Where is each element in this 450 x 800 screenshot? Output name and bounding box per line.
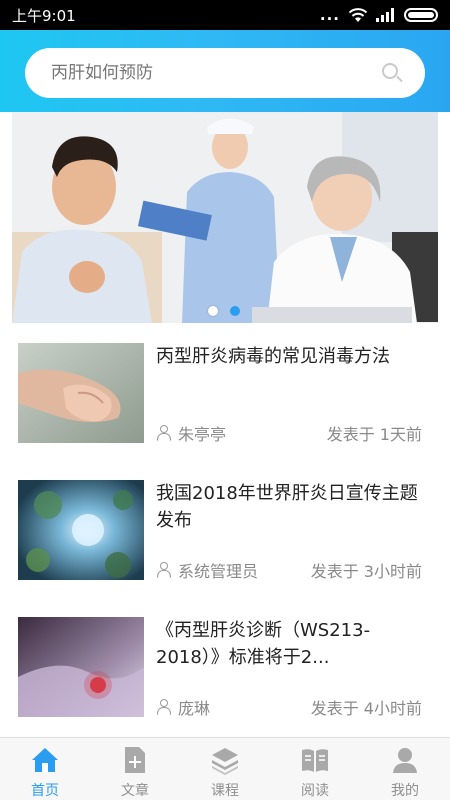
battery-icon (404, 8, 438, 22)
carousel-dot-1[interactable] (208, 306, 218, 316)
banner-carousel[interactable] (12, 112, 438, 323)
status-icons: ... (320, 6, 438, 24)
status-bar: 上午9:01 ... (0, 0, 450, 30)
article-meta: 庞琳 发表于 4小时前 (156, 695, 422, 719)
bottom-tab-bar: 首页 文章 课程 阅读 我的 (0, 737, 450, 800)
tab-reading[interactable]: 阅读 (270, 738, 360, 800)
publish-time: 发表于 1天前 (326, 425, 422, 444)
tab-label: 课程 (211, 783, 239, 799)
author-name: 庞琳 (178, 699, 211, 718)
document-add-icon (125, 747, 145, 773)
tab-label: 文章 (121, 783, 149, 799)
clock: 上午9:01 (12, 6, 76, 25)
tab-label: 首页 (31, 783, 59, 799)
author-name: 系统管理员 (178, 562, 259, 581)
article-thumbnail (18, 480, 144, 580)
article-title[interactable]: 我国2018年世界肝炎日宣传主题发布 (156, 480, 426, 534)
article-title[interactable]: 《丙型肝炎诊断（WS213-2018）》标准将于2... (156, 617, 426, 671)
article-list: 丙型肝炎病毒的常见消毒方法 朱亭亭 发表于 1天前 我国2018年世界肝炎日宣传… (0, 325, 450, 736)
list-item[interactable]: 《丙型肝炎诊断（WS213-2018）》标准将于2... 庞琳 发表于 4小时前 (0, 599, 450, 736)
article-thumbnail (18, 343, 144, 443)
search-input[interactable] (51, 63, 381, 83)
article-thumbnail (18, 617, 144, 717)
person-icon (393, 748, 417, 773)
tab-label: 我的 (391, 783, 419, 799)
tab-mine[interactable]: 我的 (360, 738, 450, 800)
carousel-dot-2[interactable] (230, 306, 240, 316)
tab-label: 阅读 (301, 783, 329, 799)
list-item[interactable]: 丙型肝炎病毒的常见消毒方法 朱亭亭 发表于 1天前 (0, 325, 450, 462)
signal-icon (376, 8, 394, 22)
publish-time: 发表于 4小时前 (310, 699, 422, 718)
home-icon (32, 748, 58, 772)
article-title[interactable]: 丙型肝炎病毒的常见消毒方法 (156, 343, 426, 370)
header (0, 30, 450, 112)
article-meta: 系统管理员 发表于 3小时前 (156, 558, 422, 582)
search-bar[interactable] (25, 48, 425, 98)
book-icon (302, 749, 328, 772)
user-icon (156, 425, 172, 441)
article-meta: 朱亭亭 发表于 1天前 (156, 421, 422, 445)
user-icon (156, 699, 172, 715)
publish-time: 发表于 3小时前 (310, 562, 422, 581)
list-item[interactable]: 我国2018年世界肝炎日宣传主题发布 系统管理员 发表于 3小时前 (0, 462, 450, 599)
wifi-icon (348, 8, 368, 22)
user-icon (156, 562, 172, 578)
article-author: 庞琳 (156, 695, 210, 719)
banner-image (12, 112, 438, 323)
article-author: 朱亭亭 (156, 421, 226, 445)
article-author: 系统管理员 (156, 558, 258, 582)
search-icon[interactable] (381, 62, 403, 84)
tab-home[interactable]: 首页 (0, 738, 90, 800)
layers-icon (212, 748, 238, 775)
tab-courses[interactable]: 课程 (180, 738, 270, 800)
notification-dots: ... (319, 6, 340, 24)
tab-articles[interactable]: 文章 (90, 738, 180, 800)
author-name: 朱亭亭 (178, 425, 227, 444)
